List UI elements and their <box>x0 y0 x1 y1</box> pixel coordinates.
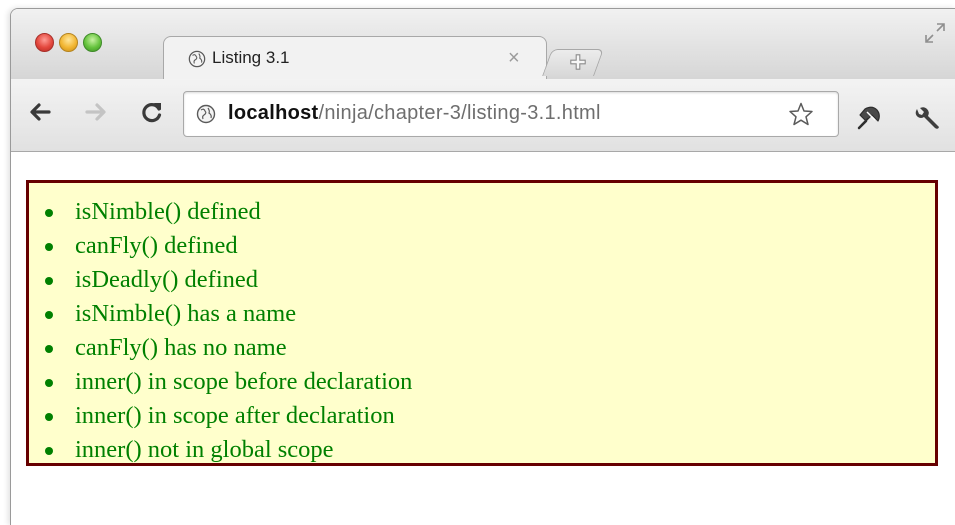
extension-icon[interactable] <box>856 103 884 131</box>
tab-listing[interactable]: Listing 3.1 × <box>163 36 547 81</box>
tab-title: Listing 3.1 <box>212 48 290 67</box>
result-item: isDeadly() defined <box>45 263 935 297</box>
back-arrow-icon[interactable] <box>27 99 53 125</box>
wrench-icon[interactable] <box>911 103 941 133</box>
address-bar[interactable]: localhost/ninja/chapter-3/listing-3.1.ht… <box>183 91 839 137</box>
minimize-window-button[interactable] <box>59 33 78 52</box>
results-box: isNimble() defined canFly() defined isDe… <box>26 180 938 466</box>
zoom-window-button[interactable] <box>83 33 102 52</box>
url-host: localhost <box>228 102 319 124</box>
tab-strip: Listing 3.1 × <box>11 9 955 81</box>
new-tab-icon[interactable] <box>569 53 587 71</box>
url-text[interactable]: localhost/ninja/chapter-3/listing-3.1.ht… <box>228 102 601 125</box>
star-icon[interactable] <box>788 101 814 127</box>
globe-icon[interactable] <box>196 104 216 124</box>
result-item: canFly() defined <box>45 229 935 263</box>
browser-window: Listing 3.1 × localhost/ninja/chapter-3/… <box>10 8 955 525</box>
close-window-button[interactable] <box>35 33 54 52</box>
result-item: inner() in scope before declaration <box>45 365 935 399</box>
page-content: isNimble() defined canFly() defined isDe… <box>11 152 955 525</box>
reload-icon[interactable] <box>139 99 165 125</box>
result-item: isNimble() defined <box>45 195 935 229</box>
result-item: inner() in scope after declaration <box>45 399 935 433</box>
result-item: inner() not in global scope <box>45 433 935 467</box>
fullscreen-icon[interactable] <box>923 21 947 45</box>
forward-arrow-icon[interactable] <box>83 99 109 125</box>
url-path: /ninja/chapter-3/listing-3.1.html <box>318 102 601 124</box>
browser-toolbar: localhost/ninja/chapter-3/listing-3.1.ht… <box>11 79 955 152</box>
globe-icon <box>188 50 206 68</box>
results-list: isNimble() defined canFly() defined isDe… <box>29 183 935 467</box>
close-tab-icon[interactable]: × <box>508 47 520 70</box>
result-item: isNimble() has a name <box>45 297 935 331</box>
result-item: canFly() has no name <box>45 331 935 365</box>
